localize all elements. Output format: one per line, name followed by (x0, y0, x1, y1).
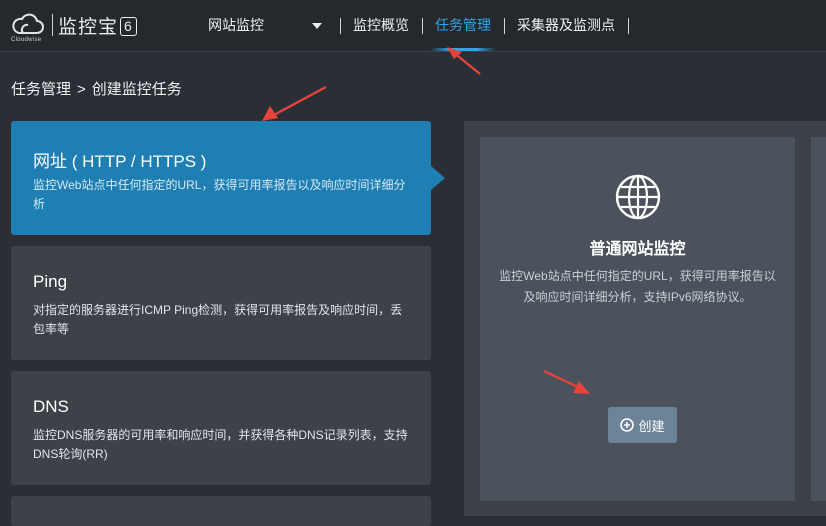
logo-divider (52, 14, 53, 36)
task-type-ping[interactable]: Ping 对指定的服务器进行ICMP Ping检测，获得可用率报告及响应时间，丢… (11, 246, 431, 360)
task-type-next[interactable] (11, 496, 431, 526)
create-button[interactable]: 创建 (608, 407, 677, 443)
annotation-arrow (543, 370, 590, 394)
task-type-description: 监控DNS服务器的可用率和响应时间，并获得各种DNS记录列表，支持DNS轮询(R… (33, 428, 408, 461)
logo-brand-small: Cloudwise (11, 37, 42, 43)
nav-website-monitoring[interactable]: 网站监控 (208, 0, 264, 51)
annotation-arrow (447, 47, 481, 75)
breadcrumb: 任务管理 > 创建监控任务 (11, 78, 182, 99)
breadcrumb-parent[interactable]: 任务管理 (11, 81, 71, 98)
task-type-title: DNS (33, 397, 69, 416)
nav-divider (628, 18, 629, 34)
nav-collectors-and-nodes[interactable]: 采集器及监测点 (517, 0, 615, 51)
logo-title: 监控宝 6 (58, 12, 137, 39)
task-type-description: 监控Web站点中任何指定的URL，获得可用率报告以及响应时间详细分析 (33, 178, 406, 211)
logo-version-badge: 6 (120, 17, 137, 36)
chevron-down-icon[interactable] (312, 23, 322, 29)
task-type-dns[interactable]: DNS 监控DNS服务器的可用率和响应时间，并获得各种DNS记录列表，支持DNS… (11, 371, 431, 485)
nav-divider (504, 18, 505, 34)
option-card-next[interactable] (811, 137, 826, 501)
option-title: 普通网站监控 (589, 241, 686, 258)
cloud-logo-icon (12, 13, 44, 34)
option-description: 监控Web站点中任何指定的URL，获得可用率报告以及响应时间详细分析，支持IPv… (499, 269, 776, 304)
nav-divider (422, 18, 423, 34)
logo[interactable]: Cloudwise 监控宝 6 (10, 10, 150, 46)
globe-icon (615, 174, 661, 220)
annotation-arrow (262, 85, 327, 121)
selection-pointer (431, 166, 445, 190)
task-type-title: Ping (33, 272, 68, 291)
top-navigation-bar: Cloudwise 监控宝 6 网站监控 监控概览 任务管理 采集器及监测点 (0, 0, 826, 52)
task-type-title: 网址 ( HTTP / HTTPS ) (33, 152, 207, 171)
nav-divider (340, 18, 341, 34)
plus-circle-icon (620, 418, 635, 432)
task-type-description: 对指定的服务器进行ICMP Ping检测，获得可用率报告及响应时间，丢包率等 (33, 303, 403, 336)
nav-monitoring-overview[interactable]: 监控概览 (353, 0, 409, 51)
logo-title-text: 监控宝 (58, 17, 119, 38)
task-type-http[interactable]: 网址 ( HTTP / HTTPS ) 监控Web站点中任何指定的URL，获得可… (11, 121, 431, 235)
breadcrumb-separator: > (77, 81, 86, 98)
breadcrumb-current: 创建监控任务 (91, 81, 182, 98)
create-button-label: 创建 (638, 418, 665, 434)
